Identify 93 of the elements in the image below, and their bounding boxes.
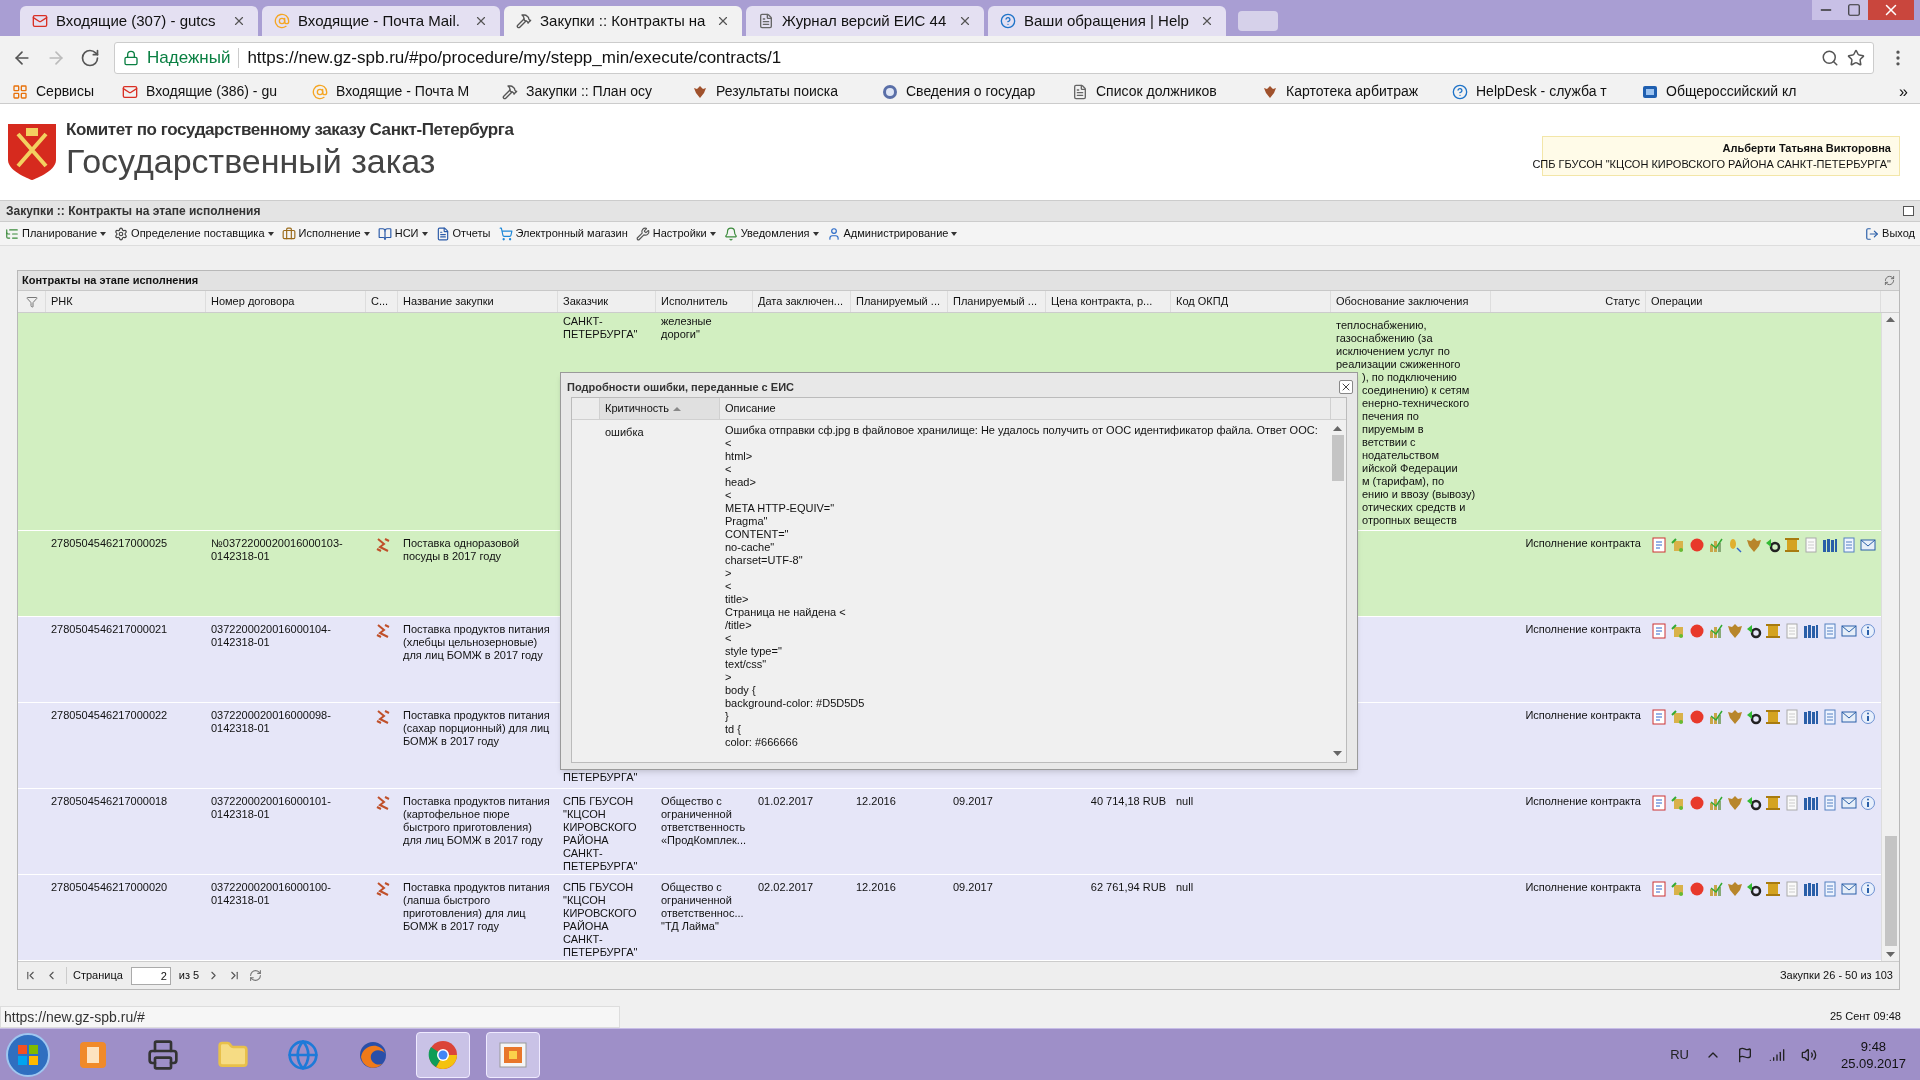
justification-line: отропных веществ bbox=[1362, 514, 1457, 527]
justification-line: исключением услуг по bbox=[1336, 345, 1450, 358]
table-cell-text: 2780504546217000025 bbox=[51, 537, 169, 550]
description-line: Страница не найдена < bbox=[725, 606, 847, 619]
description-line: color: #666666 bbox=[725, 736, 799, 749]
page-title: Закупки :: Контракты на этапе исполнения bbox=[6, 203, 262, 220]
justification-line: ), по подключению bbox=[1362, 371, 1457, 384]
justification-line: ийской Федерации bbox=[1362, 462, 1458, 475]
description-line: > bbox=[725, 671, 733, 684]
description-line: Pragma" bbox=[725, 515, 769, 528]
table-cell-text: 02.02.2017 bbox=[758, 881, 815, 894]
table-cell-text: Общество с ограниченной ответственнос... "ТД Лайма" bbox=[661, 881, 745, 933]
table-cell-text: 62 761,94 RUB bbox=[1089, 881, 1166, 894]
table-cell-text: 01.02.2017 bbox=[758, 795, 815, 808]
table-cell-text: 2780504546217000018 bbox=[51, 795, 169, 808]
page-label: Страница bbox=[66, 967, 123, 984]
description-line: head> bbox=[725, 476, 757, 489]
description-line: < bbox=[725, 580, 733, 593]
table-cell-text: 09.2017 bbox=[953, 881, 994, 894]
description-line: < bbox=[725, 632, 733, 645]
url-text: https://new.gz-spb.ru/#po/procedure/my/stepp_min/execute/contracts/1 bbox=[247, 47, 783, 70]
description-line: html> bbox=[725, 450, 754, 463]
table-cell-text: 40 714,18 RUB bbox=[1089, 795, 1166, 808]
table-cell-text: 2780504546217000021 bbox=[51, 623, 169, 636]
description-line: title> bbox=[725, 593, 750, 606]
table-cell-text: 0372200020016000098-0142318-01 bbox=[211, 709, 332, 735]
justification-line: реализации сжиженного bbox=[1336, 358, 1461, 371]
table-cell-text: Общество с ограниченной ответственность «ПродКомплек... bbox=[661, 795, 747, 847]
description-line: META HTTP-EQUIV=" bbox=[725, 502, 836, 515]
justification-line: соединению) к сетям bbox=[1362, 384, 1470, 397]
status-text: Исполнение контракта bbox=[1524, 537, 1641, 550]
status-time: 25 Сент 09:48 bbox=[1829, 1008, 1901, 1024]
records-summary: Закупки 26 - 50 из 103 bbox=[1779, 968, 1893, 984]
table-cell-text: 2780504546217000020 bbox=[51, 881, 169, 894]
description-line: td { bbox=[725, 723, 742, 736]
description-line: style type=" bbox=[725, 645, 783, 658]
table-cell-text: 0372200020016000100-0142318-01 bbox=[211, 881, 332, 907]
table-cell-text: Поставка продуктов питания (картофельное пюре быстрого приготовления) для лиц БОМЖ в 2017 году bbox=[403, 795, 551, 847]
organization-name: Комитет по государственному заказу Санкт-Петербурга bbox=[66, 119, 514, 142]
table-cell-text: Поставка продуктов питания (сахар порционный) для лиц БОМЖ в 2017 году bbox=[403, 709, 551, 748]
description-line: < bbox=[725, 463, 733, 476]
description-line: Ошибка отправки сф.jpg в файловое хранилище: Не удалось получить от ООС идентификатор файла. Ответ ООС: bbox=[725, 424, 1319, 437]
description-line: < bbox=[725, 437, 733, 450]
justification-line: теплоснабжению, bbox=[1336, 319, 1427, 332]
status-text: Исполнение контракта bbox=[1524, 709, 1641, 722]
justification-line: нодательством bbox=[1362, 449, 1439, 462]
table-cell-text: СПБ ГБУСОН "КЦСОН КИРОВСКОГО РАЙОНА САНКТ- ПЕТЕРБУРГА" bbox=[563, 881, 639, 959]
page-count: из 5 bbox=[178, 968, 200, 984]
description-line: CONTENT=" bbox=[725, 528, 790, 541]
table-cell-text: null bbox=[1176, 795, 1195, 808]
justification-line: ветствии с bbox=[1362, 436, 1416, 449]
severity-cell: ошибка bbox=[605, 426, 644, 438]
description-line: /title> bbox=[725, 619, 753, 632]
status-text: Исполнение контракта bbox=[1524, 795, 1641, 808]
justification-line: м (тарифам), по bbox=[1362, 475, 1445, 488]
justification-line: ению и ввозу (вывозу) bbox=[1362, 488, 1476, 501]
description-line: < bbox=[725, 489, 733, 502]
status-text: Исполнение контракта bbox=[1524, 881, 1641, 894]
table-cell-text: 0372200020016000104-0142318-01 bbox=[211, 623, 332, 649]
table-cell-text: ПЕТЕРБУРГА" bbox=[563, 771, 639, 784]
site-title: Государственный заказ bbox=[66, 142, 437, 179]
table-cell-text: Поставка продуктов питания (хлебцы цельнозерновые) для лиц БОМЖ в 2017 году bbox=[403, 623, 551, 662]
justification-line: пируемым в bbox=[1362, 423, 1424, 436]
table-cell-text: СПБ ГБУСОН "КЦСОН КИРОВСКОГО РАЙОНА САНКТ- ПЕТЕРБУРГА" bbox=[563, 795, 639, 873]
table-cell-text: null bbox=[1176, 881, 1195, 894]
table-cell-text: Поставка продуктов питания (лапша быстрого приготовления) для лиц БОМЖ в 2017 году bbox=[403, 881, 551, 933]
security-label: Надежный bbox=[147, 47, 231, 70]
description-line: text/css" bbox=[725, 658, 768, 671]
table-cell-text: 0372200020016000101-0142318-01 bbox=[211, 795, 332, 821]
description-line: body { bbox=[725, 684, 757, 697]
user-organization: СПБ ГБУСОН "КЦСОН КИРОВСКОГО РАЙОНА САНКТ-ПЕТЕРБУРГА" bbox=[1532, 157, 1891, 172]
justification-line: отических средств и bbox=[1362, 501, 1466, 514]
dialog-title: Подробности ошибки, переданные с ЕИС bbox=[566, 379, 795, 395]
user-name: Альберти Татьяна Викторовна bbox=[1722, 140, 1891, 156]
table-cell-text: 12.2016 bbox=[856, 881, 897, 894]
table-cell-text: 2780504546217000022 bbox=[51, 709, 169, 722]
status-url: https://new.gz-spb.ru/# bbox=[0, 1006, 620, 1028]
description-line: background-color: #D5D5D5 bbox=[725, 697, 866, 710]
description-line: charset=UTF-8" bbox=[725, 554, 804, 567]
table-cell-text: САНКТ- ПЕТЕРБУРГА" bbox=[563, 315, 639, 341]
justification-line: газоснабжению (за bbox=[1336, 332, 1433, 345]
description-line: no-cache" bbox=[725, 541, 776, 554]
table-cell-text: железные дороги" bbox=[661, 315, 713, 341]
table-cell-text: №0372200020016000103-0142318-01 bbox=[211, 537, 344, 563]
table-cell-text: 09.2017 bbox=[953, 795, 994, 808]
justification-line: печения по bbox=[1362, 410, 1419, 423]
table-cell-text: 12.2016 bbox=[856, 795, 897, 808]
description-line: } bbox=[725, 710, 730, 723]
status-text: Исполнение контракта bbox=[1524, 623, 1641, 636]
table-cell-text: Поставка одноразовой посуды в 2017 году bbox=[403, 537, 521, 563]
justification-line: енерно-технического bbox=[1362, 397, 1470, 410]
grid-title: Контракты на этапе исполнения bbox=[22, 273, 200, 289]
description-line: > bbox=[725, 567, 733, 580]
